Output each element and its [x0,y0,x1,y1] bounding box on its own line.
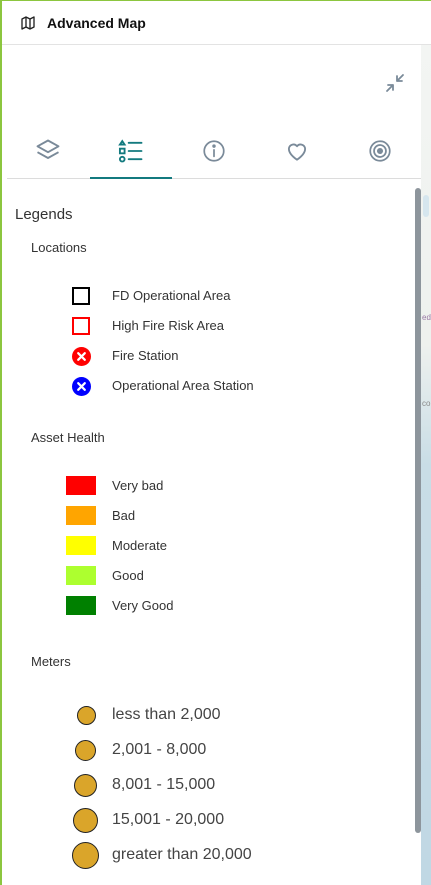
legend-title: Legends [15,206,73,223]
legend-item: Operational Area Station [6,375,406,397]
legend-item: 8,001 - 15,000 [6,773,406,797]
color-swatch [66,476,96,495]
legend-item: FD Operational Area [6,285,406,307]
minimize-arrows-icon [386,74,404,92]
map-icon [20,14,38,32]
legend-item: 2,001 - 8,000 [6,739,406,761]
meter-circle-icon [76,705,96,725]
window-border-left [0,0,2,885]
section-title-meters: Meters [31,654,71,669]
scrollbar-thumb[interactable] [415,188,421,833]
legend-item: Very bad [6,475,406,497]
legend-item: Moderate [6,535,406,557]
collapse-panel-button[interactable] [383,71,407,95]
fire-station-icon [71,346,91,366]
legend-item: Fire Station [6,345,406,367]
app-header: Advanced Map [2,1,431,45]
legend-item: greater than 20,000 [6,841,406,869]
panel-tabs [7,124,421,179]
legend-item: Bad [6,505,406,527]
square-outline-icon [72,317,90,335]
legend-item: 15,001 - 20,000 [6,807,406,833]
map-feature [423,195,429,217]
info-icon [203,140,225,162]
tab-favorites[interactable] [256,124,338,178]
legend-list-icon [118,139,143,163]
color-swatch [66,566,96,585]
target-icon [369,140,391,162]
meter-circle-icon [73,773,97,797]
color-swatch [66,596,96,615]
square-outline-icon [72,287,90,305]
legend-item: less than 2,000 [6,704,406,726]
section-title-locations: Locations [31,240,87,255]
operational-station-icon [71,376,91,396]
tab-layers[interactable] [7,124,89,178]
map-background[interactable]: ed co [421,45,431,885]
layers-icon [36,139,60,159]
map-label: ed [422,313,431,322]
legend-item: High Fire Risk Area [6,315,406,337]
scrollbar[interactable] [415,188,421,885]
legend-panel: Legends Locations FD Operational Area Hi… [6,54,421,885]
legend-item: Good [6,565,406,587]
color-swatch [66,536,96,555]
color-swatch [66,506,96,525]
heart-icon [287,143,307,161]
tab-legend[interactable] [90,124,172,179]
meter-circle-icon [72,807,98,833]
meter-circle-icon [74,739,96,761]
section-title-asset-health: Asset Health [31,430,105,445]
tab-info[interactable] [173,124,255,178]
legend-item: Very Good [6,595,406,617]
tab-target[interactable] [339,124,421,178]
map-label: co [422,399,431,408]
meter-circle-icon [71,841,99,869]
app-title: Advanced Map [47,14,146,31]
